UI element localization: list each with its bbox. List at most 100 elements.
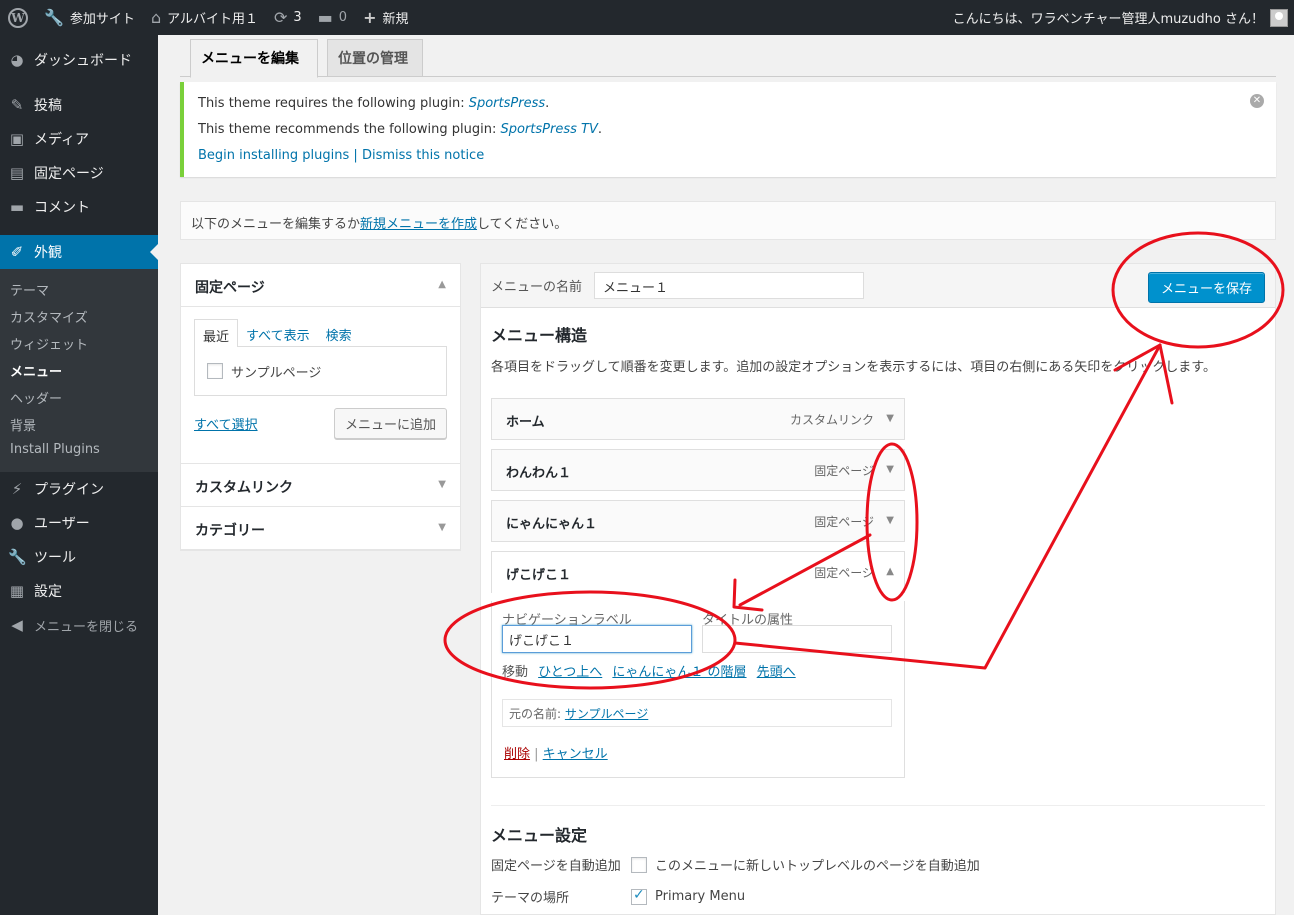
sidebar-item-comments[interactable]: ▬ コメント — [0, 190, 158, 224]
sidebar-item-posts[interactable]: ✎ 投稿 — [0, 88, 158, 122]
menu-edit-panel: メニューの名前 メニュー１ メニューを保存 メニュー構造 各項目をドラッグして順… — [480, 263, 1276, 915]
chevron-down-icon: ▼ — [438, 522, 446, 533]
move-under-link[interactable]: にゃんにゃん１ の階層 — [612, 665, 746, 680]
greeting: こんにちは、ワラベンチャー管理人muzudho さん！ — [952, 12, 1264, 27]
install-plugins-link[interactable]: Begin installing plugins — [198, 148, 349, 163]
primary-menu-checkbox[interactable] — [631, 887, 647, 905]
sidebar-item-label: ダッシュボード — [34, 53, 132, 69]
submenu-customize[interactable]: カスタマイズ — [0, 302, 158, 329]
auto-add-text: このメニューに新しいトップレベルのページを自動追加 — [655, 859, 980, 874]
menu-item-bar[interactable]: ホーム カスタムリンク ▼ — [491, 398, 905, 440]
my-sites-menu[interactable]: 🔧 参加サイト — [36, 0, 143, 35]
comment-icon: ▬ — [317, 8, 333, 27]
delete-link[interactable]: 削除 — [504, 747, 530, 762]
comment-icon: ▬ — [9, 198, 25, 216]
menu-header: メニューの名前 メニュー１ メニューを保存 — [481, 264, 1275, 308]
dashboard-icon: ◕ — [10, 51, 24, 69]
submenu-install-plugins[interactable]: Install Plugins — [0, 437, 158, 464]
menu-item-bar[interactable]: げこげこ１ 固定ページ ▲ — [491, 551, 905, 593]
menu-item-bar[interactable]: にゃんにゃん１ 固定ページ ▼ — [491, 500, 905, 542]
menu-item-bar[interactable]: わんわん１ 固定ページ ▼ — [491, 449, 905, 491]
plugin-notice: This theme requires the following plugin… — [180, 82, 1276, 177]
sidebar-item-plugins[interactable]: ⚡ プラグイン — [0, 472, 158, 506]
my-account-menu[interactable]: こんにちは、ワラベンチャー管理人muzudho さん！ — [953, 8, 1294, 27]
site-name-label: アルバイト用１ — [167, 12, 258, 27]
tab-view-all[interactable]: すべて表示 — [238, 319, 318, 347]
save-menu-button[interactable]: メニューを保存 — [1147, 272, 1265, 303]
sidebar-item-settings[interactable]: ▦ 設定 — [0, 574, 158, 608]
nav-label-input[interactable]: げこげこ１ — [502, 625, 692, 653]
tab-recent[interactable]: 最近 — [194, 319, 239, 347]
pages-tabs: 最近 すべて表示 検索 — [194, 319, 447, 347]
dismiss-notice-link[interactable]: Dismiss this notice — [362, 148, 484, 163]
my-sites-label: 参加サイト — [69, 12, 135, 27]
move-row: 移動 ひとつ上へ にゃんにゃん１ の階層 先頭へ — [502, 661, 796, 680]
new-content-menu[interactable]: + 新規 — [355, 0, 416, 35]
menu-name-input[interactable]: メニュー１ — [594, 272, 865, 299]
move-top-link[interactable]: 先頭へ — [757, 665, 796, 680]
menu-item-title: にゃんにゃん１ — [506, 517, 598, 532]
wp-logo[interactable]: W — [0, 0, 36, 35]
dismiss-icon[interactable]: ✕ — [1250, 94, 1264, 108]
sidebar-item-label: ユーザー — [34, 516, 90, 532]
sidebar-item-label: 外観 — [34, 245, 62, 261]
accordion-pages-header[interactable]: 固定ページ ▲ — [181, 264, 460, 307]
title-attr-input[interactable] — [702, 625, 892, 653]
submenu-header[interactable]: ヘッダー — [0, 383, 158, 410]
tab-search[interactable]: 検索 — [318, 319, 360, 347]
notice-text: . — [545, 96, 550, 111]
tab-manage-locations[interactable]: 位置の管理 — [327, 39, 423, 77]
chevron-down-icon[interactable]: ▼ — [886, 413, 894, 424]
avatar — [1270, 8, 1288, 27]
move-up-link[interactable]: ひとつ上へ — [538, 665, 602, 680]
location-row: テーマの場所 Primary Menu — [491, 887, 745, 907]
accordion-categories-header[interactable]: カテゴリー ▼ — [181, 507, 460, 550]
delete-cancel-row: 削除 | キャンセル — [504, 743, 608, 762]
menu-item-type: 固定ページ — [814, 464, 874, 478]
move-label: 移動 — [502, 665, 529, 680]
cancel-link[interactable]: キャンセル — [543, 747, 608, 762]
collapse-menu-button[interactable]: ◀ メニューを閉じる — [0, 608, 158, 642]
site-name-menu[interactable]: ⌂ アルバイト用１ — [143, 0, 266, 35]
settings-icon: ▦ — [9, 582, 25, 600]
sidebar-item-media[interactable]: ▣ メディア — [0, 122, 158, 156]
sample-page-checkbox[interactable] — [207, 363, 223, 379]
add-menu-items-panel: 固定ページ ▲ 最近 すべて表示 検索 サンプルページ すべて選択 メニューに追加… — [180, 263, 461, 551]
sidebar-item-label: 固定ページ — [34, 166, 104, 182]
auto-add-checkbox[interactable] — [631, 856, 647, 873]
new-label: 新規 — [382, 12, 409, 27]
menu-item-type: カスタムリンク — [789, 413, 874, 427]
accordion-actions: すべて選択 メニューに追加 — [194, 408, 447, 439]
chevron-down-icon[interactable]: ▼ — [886, 464, 894, 475]
notice-actions: Begin installing plugins | Dismiss this … — [198, 148, 1262, 168]
chevron-down-icon[interactable]: ▼ — [886, 515, 894, 526]
sportspress-link[interactable]: SportsPress — [469, 96, 545, 111]
sidebar-item-tools[interactable]: 🔧 ツール — [0, 540, 158, 574]
select-all-link[interactable]: すべて選択 — [194, 414, 258, 433]
sidebar-item-appearance[interactable]: ✐ 外観 — [0, 235, 158, 269]
separator: | — [534, 747, 543, 762]
submenu-themes[interactable]: テーマ — [0, 275, 158, 302]
sidebar-item-pages[interactable]: ▤ 固定ページ — [0, 156, 158, 190]
sidebar-item-users[interactable]: ● ユーザー — [0, 506, 158, 540]
submenu-widgets[interactable]: ウィジェット — [0, 329, 158, 356]
tab-edit-menus[interactable]: メニューを編集 — [190, 39, 318, 78]
submenu-background[interactable]: 背景 — [0, 410, 158, 437]
plus-icon: + — [363, 8, 377, 27]
sidebar-item-dashboard[interactable]: ◕ ダッシュボード — [0, 43, 158, 77]
appearance-submenu: テーマ カスタマイズ ウィジェット メニュー ヘッダー 背景 Install P… — [0, 269, 158, 472]
chevron-up-icon[interactable]: ▲ — [886, 566, 894, 577]
original-link[interactable]: サンプルページ — [565, 707, 648, 721]
accordion-custom-links-header[interactable]: カスタムリンク ▼ — [181, 464, 460, 507]
sportspress-tv-link[interactable]: SportsPress TV — [500, 122, 597, 137]
original-label: 元の名前: — [509, 707, 562, 721]
home-icon: ⌂ — [150, 8, 162, 27]
comments-menu[interactable]: ▬ 0 — [310, 0, 355, 35]
submenu-menus[interactable]: メニュー — [0, 356, 158, 383]
collapse-icon: ◀ — [11, 616, 23, 634]
refresh-icon: ⟳ — [273, 8, 288, 27]
admin-bar: W 🔧 参加サイト ⌂ アルバイト用１ ⟳ 3 ▬ 0 + 新規 こんにちは、ワラベンチャ… — [0, 0, 1294, 35]
updates-menu[interactable]: ⟳ 3 — [266, 0, 310, 35]
add-to-menu-button[interactable]: メニューに追加 — [333, 408, 447, 439]
create-menu-link[interactable]: 新規メニューを作成 — [360, 217, 477, 232]
